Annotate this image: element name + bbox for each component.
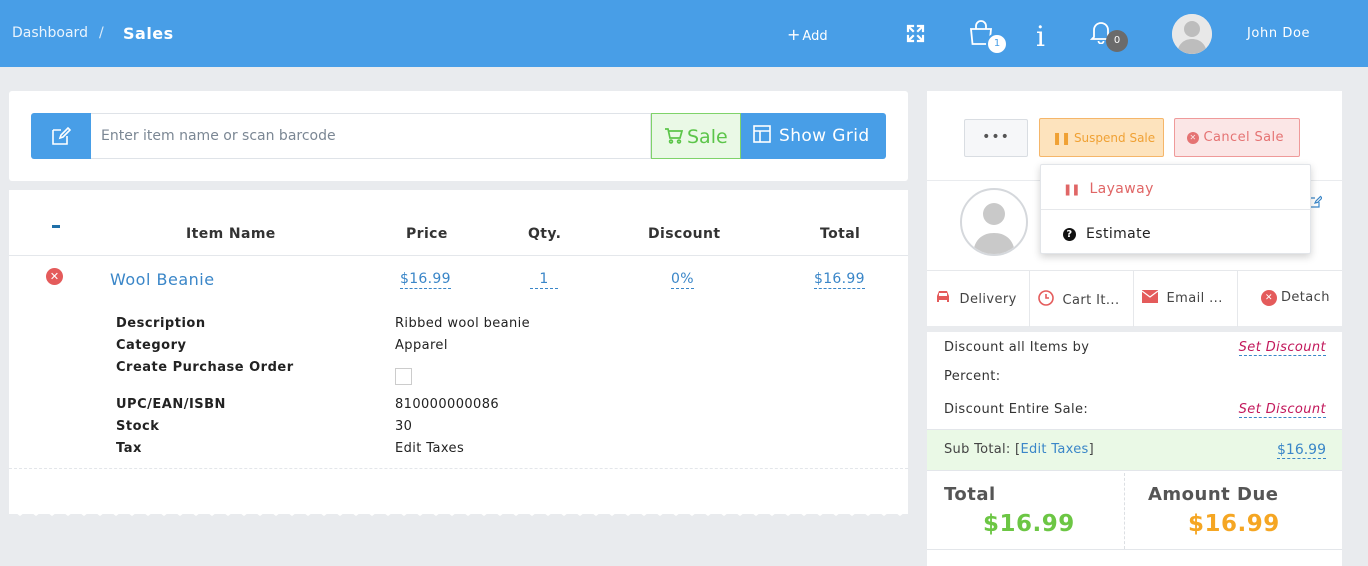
- email-label: Email ...: [1166, 291, 1223, 306]
- cart-count-badge: 1: [986, 33, 1008, 55]
- discount-items-label-2: Percent:: [944, 369, 1001, 384]
- subtotal-row: Sub Total: [Edit Taxes] $16.99: [927, 429, 1342, 471]
- layaway-label: Layaway: [1089, 181, 1154, 197]
- estimate-label: Estimate: [1086, 226, 1152, 242]
- column-price: Price: [406, 226, 448, 242]
- edit-item-button[interactable]: [31, 113, 91, 159]
- customer-actions-bar: Delivery Cart It... Email ... ✕ Detach: [927, 270, 1342, 327]
- suspend-sale-dropdown: ❚❚ Layaway ? Estimate: [1040, 164, 1312, 255]
- sale-summary-panel: Discount all Items by Percent: Set Disco…: [927, 332, 1342, 566]
- detach-customer-button[interactable]: ✕ Detach: [1238, 271, 1342, 327]
- show-grid-button[interactable]: Show Grid: [741, 113, 886, 159]
- notification-count-badge: 0: [1106, 30, 1128, 52]
- total-value: $16.99: [983, 511, 1075, 537]
- add-label: Add: [802, 29, 828, 44]
- delivery-button[interactable]: Delivery: [927, 271, 1030, 327]
- detail-value-category: Apparel: [395, 338, 448, 353]
- layaway-menu-item[interactable]: ❚❚ Layaway: [1041, 165, 1312, 210]
- collapse-all-toggle[interactable]: [52, 225, 60, 228]
- detail-label-purchase-order: Create Purchase Order: [116, 360, 294, 375]
- set-sale-discount-link[interactable]: Set Discount: [1238, 402, 1326, 418]
- total-label: Total: [944, 484, 996, 505]
- close-circle-icon: ✕: [1187, 132, 1199, 144]
- discount-entire-label: Discount Entire Sale:: [944, 402, 1089, 417]
- detail-value-description: Ribbed wool beanie: [395, 316, 531, 331]
- envelope-icon: [1141, 290, 1163, 306]
- detail-value-stock: 30: [395, 419, 413, 434]
- subtotal-label-group: Sub Total: [Edit Taxes]: [944, 442, 1094, 457]
- set-item-discount-link[interactable]: Set Discount: [1238, 340, 1326, 356]
- item-search-panel: Enter item name or scan barcode Sale Sho…: [9, 91, 908, 181]
- detach-label: Detach: [1281, 290, 1330, 305]
- cancel-sale-button[interactable]: ✕ Cancel Sale: [1174, 118, 1300, 157]
- edit-taxes-link[interactable]: Edit Taxes: [395, 441, 464, 456]
- summary-divider: [927, 549, 1342, 550]
- breadcrumb-separator: /: [99, 25, 104, 41]
- receipt-torn-edge: [9, 500, 908, 516]
- item-qty-editable[interactable]: 1: [530, 271, 558, 289]
- column-item-name: Item Name: [186, 226, 276, 242]
- item-total-editable[interactable]: $16.99: [814, 271, 865, 289]
- clock-icon: [1038, 290, 1059, 308]
- grid-icon: [753, 125, 771, 143]
- detail-label-upc: UPC/EAN/ISBN: [116, 397, 226, 412]
- remove-item-icon[interactable]: ✕: [46, 268, 63, 285]
- plus-icon: +: [787, 25, 801, 44]
- column-total: Total: [820, 226, 861, 242]
- close-circle-icon: ✕: [1261, 290, 1277, 306]
- top-navbar: Dashboard / Sales + Add 1 i 0 John Doe: [0, 0, 1368, 67]
- cart-items-button[interactable]: Cart It...: [1030, 271, 1134, 327]
- email-receipt-button[interactable]: Email ...: [1134, 271, 1238, 327]
- cart-items-label: Cart It...: [1062, 293, 1120, 308]
- subtotal-value[interactable]: $16.99: [1277, 442, 1326, 459]
- create-purchase-order-checkbox[interactable]: [395, 368, 412, 385]
- cart-table-header: Item Name Price Qty. Discount Total: [9, 190, 908, 256]
- add-button[interactable]: + Add: [787, 25, 828, 44]
- edit-taxes-link[interactable]: Edit Taxes: [1020, 442, 1088, 457]
- subtotal-label: Sub Total:: [944, 442, 1011, 457]
- estimate-menu-item[interactable]: ? Estimate: [1041, 210, 1312, 255]
- page-title: Sales: [123, 24, 174, 43]
- detail-label-description: Description: [116, 316, 206, 331]
- user-name[interactable]: John Doe: [1247, 26, 1310, 41]
- show-grid-label: Show Grid: [779, 126, 870, 146]
- suspend-sale-label: Suspend Sale: [1073, 131, 1156, 145]
- delivery-label: Delivery: [959, 292, 1017, 307]
- item-price-editable[interactable]: $16.99: [400, 271, 451, 289]
- suspend-sale-button[interactable]: ❚❚ Suspend Sale: [1039, 118, 1164, 157]
- detail-label-category: Category: [116, 338, 187, 353]
- sale-label: Sale: [687, 126, 728, 148]
- cart-icon: [665, 128, 684, 144]
- customer-avatar[interactable]: [960, 188, 1028, 256]
- discount-items-label: Discount all Items by: [944, 340, 1090, 355]
- pause-icon: ❚❚: [1052, 131, 1071, 145]
- amount-due-value: $16.99: [1188, 511, 1280, 537]
- row-divider: [9, 468, 908, 469]
- search-input[interactable]: Enter item name or scan barcode: [91, 113, 651, 159]
- column-discount: Discount: [648, 226, 721, 242]
- detail-value-upc: 810000000086: [395, 397, 500, 412]
- pause-icon: ❚❚: [1063, 183, 1080, 196]
- info-icon[interactable]: i: [1036, 20, 1045, 53]
- detail-label-stock: Stock: [116, 419, 160, 434]
- breadcrumb-dashboard[interactable]: Dashboard: [12, 25, 88, 41]
- detail-label-tax: Tax: [116, 441, 142, 456]
- item-name-link[interactable]: Wool Beanie: [110, 270, 215, 289]
- cancel-sale-label: Cancel Sale: [1203, 130, 1284, 145]
- total-box: Total $16.99: [927, 473, 1125, 549]
- amount-due-label: Amount Due: [1148, 484, 1279, 505]
- user-avatar[interactable]: [1172, 14, 1212, 54]
- fullscreen-icon[interactable]: [906, 24, 925, 47]
- cart-table: Item Name Price Qty. Discount Total ✕ Wo…: [9, 190, 908, 514]
- amount-due-box: Amount Due $16.99: [1126, 473, 1342, 549]
- edit-icon: [52, 126, 71, 145]
- more-options-button[interactable]: •••: [964, 119, 1028, 157]
- column-qty: Qty.: [528, 226, 562, 242]
- car-icon: [935, 291, 956, 307]
- sale-mode-button[interactable]: Sale: [651, 113, 741, 159]
- question-icon: ?: [1063, 228, 1076, 241]
- item-discount-editable[interactable]: 0%: [671, 271, 694, 289]
